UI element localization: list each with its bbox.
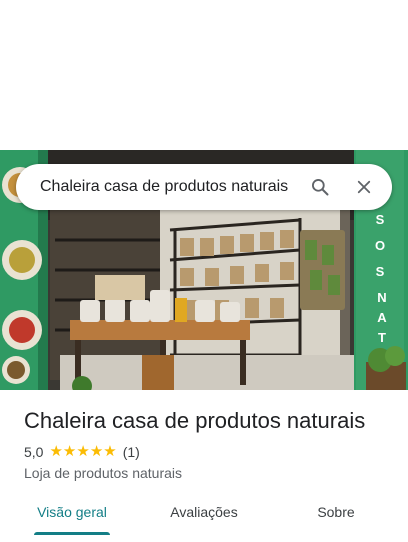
place-category[interactable]: Loja de produtos naturais — [24, 465, 182, 481]
sign-letter: N — [377, 290, 386, 305]
sign-letter: S — [376, 212, 385, 227]
tab-about[interactable]: Sobre — [306, 502, 366, 542]
star-icon: ★ — [62, 443, 77, 460]
tab-overview[interactable]: Visão geral — [34, 502, 110, 542]
active-tab-indicator — [34, 532, 110, 535]
rating-row[interactable]: 5,0 ★ ★ ★ ★ ★ (1) — [24, 444, 140, 460]
place-title: Chaleira casa de produtos naturais — [24, 408, 366, 433]
place-tabs: Visão geral Avaliações Sobre — [0, 502, 408, 542]
sign-letter: T — [378, 330, 386, 345]
map-blank-area — [0, 0, 408, 150]
star-icon: ★ — [103, 443, 117, 460]
search-input[interactable]: Chaleira casa de produtos naturais — [16, 178, 298, 196]
review-count[interactable]: (1) — [123, 444, 140, 460]
clear-search-button[interactable] — [342, 165, 386, 209]
star-icon: ★ — [89, 443, 104, 460]
sign-letter: A — [377, 310, 387, 325]
sign-letter: S — [376, 264, 385, 279]
sign-letter: O — [375, 238, 385, 253]
rating-stars: ★ ★ ★ ★ ★ — [49, 443, 117, 460]
rating-value: 5,0 — [24, 444, 44, 460]
star-icon: ★ — [49, 443, 63, 460]
search-icon — [312, 179, 329, 196]
search-button[interactable] — [298, 165, 342, 209]
tab-reviews[interactable]: Avaliações — [160, 502, 248, 542]
search-bar[interactable]: Chaleira casa de produtos naturais — [16, 164, 392, 210]
star-icon: ★ — [76, 443, 90, 460]
close-icon — [357, 180, 371, 194]
